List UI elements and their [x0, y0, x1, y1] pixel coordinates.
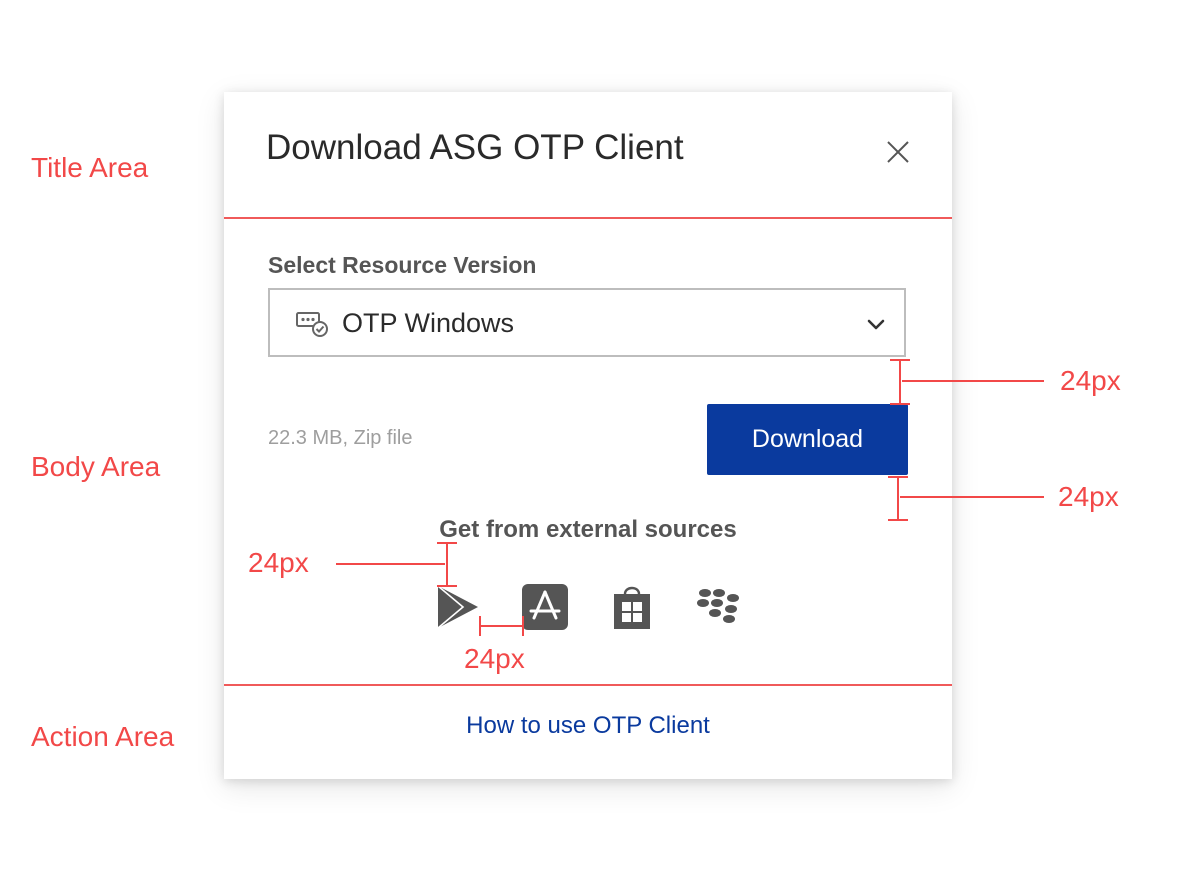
action-area-divider — [224, 684, 952, 686]
download-button[interactable]: Download — [707, 404, 908, 475]
resource-version-select[interactable]: OTP Windows — [268, 288, 906, 357]
desktop-check-icon — [296, 312, 328, 337]
title-area-divider — [224, 217, 952, 219]
windows-store-icon[interactable] — [612, 582, 652, 630]
chevron-down-icon — [867, 319, 885, 330]
close-icon[interactable] — [878, 132, 918, 172]
spacing-label: 24px — [1058, 481, 1119, 512]
blackberry-icon[interactable] — [696, 588, 742, 624]
external-sources-title: Get from external sources — [439, 516, 737, 543]
spacing-label: 24px — [1060, 365, 1121, 396]
download-dialog: Download ASG OTP Client Select Resource … — [224, 92, 952, 779]
google-play-icon[interactable] — [436, 584, 480, 630]
file-info: 22.3 MB, Zip file — [268, 427, 413, 449]
annotation-action-area: Action Area — [31, 721, 175, 752]
dialog-title: Download ASG OTP Client — [266, 128, 684, 167]
how-to-use-link[interactable]: How to use OTP Client — [224, 712, 952, 740]
annotation-body-area: Body Area — [31, 451, 161, 482]
spacing-label: 24px — [464, 643, 525, 674]
app-store-icon[interactable] — [522, 584, 568, 630]
resource-version-label: Select Resource Version — [268, 252, 537, 278]
select-value: OTP Windows — [342, 308, 515, 338]
spacing-label: 24px — [248, 547, 309, 578]
annotation-title-area: Title Area — [31, 152, 149, 183]
